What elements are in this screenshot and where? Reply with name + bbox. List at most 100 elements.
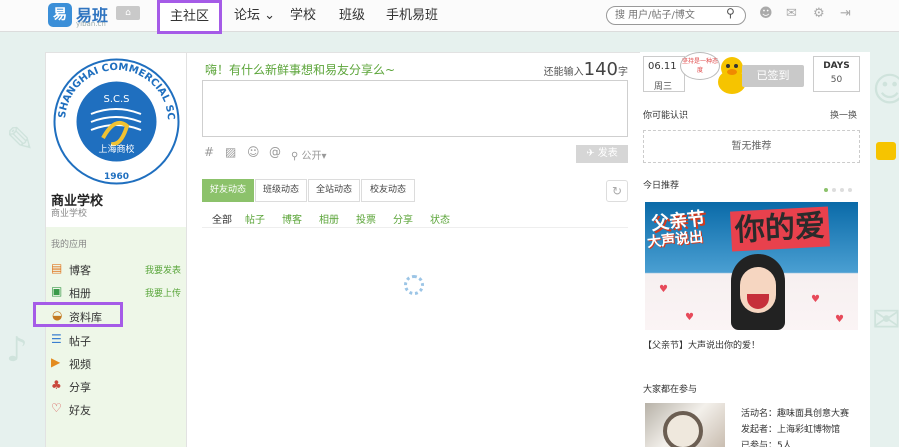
filter-posts[interactable]: 帖子 [245,211,265,226]
app-video-label: 视频 [69,358,91,371]
share-icon: ♣ [51,378,62,392]
library-icon: ◒ [52,308,63,322]
background-doodle: ♪ [6,330,28,370]
event-organizer: 发起者：上海彩虹博物馆 [741,425,841,435]
filter-blogs[interactable]: 博客 [282,211,302,226]
friend-icon: ♡ [51,401,62,415]
apps-panel: 我的应用 ▤ 博客 我要发表 ▣ 相册 我要上传 ◒ 资料库 ☰ 帖子 ▶ 视频… [33,227,186,447]
background-doodle: ☺ [872,70,899,110]
filter-albums[interactable]: 相册 [319,211,339,226]
app-friend[interactable]: ♡ 好友 [51,400,183,418]
filter-votes[interactable]: 投票 [356,211,376,226]
search-input[interactable] [606,6,746,25]
tab-class-feed[interactable]: 班级动态 [255,179,307,202]
blog-icon: ▤ [51,261,63,275]
refresh-icon[interactable]: ↻ [606,180,628,202]
banner-subtitle: 大声说出 [646,229,704,251]
publish-blog-link[interactable]: 我要发表 [145,263,181,276]
mascot-bubble: 坚持是一种态度 [680,52,720,80]
background-doodle: ✉ [872,300,899,340]
school-logo-chinese: 上海商校 [98,143,134,155]
mail-icon[interactable]: ✉ [786,6,797,21]
post-textarea[interactable] [202,80,628,137]
app-share[interactable]: ♣ 分享 [51,377,183,395]
app-library[interactable]: ◒ 资料库 [33,302,123,327]
banner-headline: 你的爱 [730,206,830,252]
school-logo-year: 1960 [104,172,129,182]
profile-school[interactable]: 商业学校 [51,206,87,219]
mention-icon[interactable]: @ [269,145,281,159]
apps-title: 我的应用 [51,240,88,250]
yiban-logo[interactable]: 易 易班 yiban.cn [48,3,158,29]
remaining-number: 140 [583,59,618,80]
remaining-count: 还能输入140字 [544,59,628,80]
heart-icon: ♥ [835,314,844,325]
topic-icon[interactable]: # [204,145,214,159]
visibility-dropdown[interactable]: ⚲ 公开▾ [291,147,327,162]
remaining-prefix: 还能输入 [543,67,584,78]
carousel-dot[interactable] [848,188,852,192]
app-photo-label: 相册 [69,287,91,300]
emoji-icon[interactable]: ☺ [247,145,260,159]
remaining-suffix: 字 [618,67,628,78]
carousel-dot[interactable] [840,188,844,192]
app-post[interactable]: ☰ 帖子 [51,331,183,349]
nav-forum[interactable]: 论坛 ⌄ [234,0,275,32]
top-bar: 易 易班 yiban.cn ⌂ 主社区 论坛 ⌄ 学校 班级 手机易班 ⚲ ☻ … [0,0,899,34]
checkin-weekday: 周三 [654,82,673,92]
publish-button[interactable]: ✈ 发表 [576,145,628,163]
event-name[interactable]: 活动名：趣味面具创意大赛 [741,406,849,419]
days-count: 50 [830,75,843,85]
app-video[interactable]: ▶ 视频 [51,354,183,372]
composer-prompt: 嗨！有什么新鲜事想和易友分享么~ [205,63,396,77]
nav-main-community[interactable]: 主社区 [157,0,223,34]
logo-mark: 易 [48,3,72,27]
search-icon[interactable]: ⚲ [726,6,735,20]
app-photo[interactable]: ▣ 相册 我要上传 [51,283,183,301]
app-share-label: 分享 [69,381,91,394]
suggest-refresh-link[interactable]: 换一换 [830,108,857,121]
app-blog-label: 博客 [69,264,91,277]
days-label: DAYS [823,61,850,71]
fathers-day-banner[interactable]: 父亲节 大声说出 你的爱 ♥ ♥ ♥ ♥ [645,202,858,330]
filter-all[interactable]: 全部 [212,211,232,226]
logout-icon[interactable]: ⇥ [840,6,851,21]
app-friend-label: 好友 [69,404,91,417]
banner-character [731,254,785,330]
tab-friend-feed[interactable]: 好友动态 [202,179,254,202]
feed-filters: 全部 帖子 博客 相册 投票 分享 状态 [202,208,628,228]
image-icon[interactable]: ▨ [225,145,236,159]
filter-status[interactable]: 状态 [430,211,450,226]
user-icon[interactable]: ☻ [759,6,773,21]
nav-school[interactable]: 学校 [290,0,316,32]
tab-alumni-feed[interactable]: 校友动态 [361,179,415,202]
participating-title: 大家都在参与 [643,385,698,395]
nav-class[interactable]: 班级 [339,0,365,32]
suggest-title: 你可能认识 [643,111,689,121]
app-blog[interactable]: ▤ 博客 我要发表 [51,260,183,278]
upload-photo-link[interactable]: 我要上传 [145,286,181,299]
background-doodle: ✎ [6,120,35,160]
filter-shares[interactable]: 分享 [393,211,413,226]
tab-site-feed[interactable]: 全站动态 [308,179,360,202]
heart-icon: ♥ [659,284,668,295]
heart-icon: ♥ [811,294,820,305]
recommend-title: 今日推荐 [643,181,680,191]
date-box: 06.11 周三 [643,56,685,92]
nav-mobile[interactable]: 手机易班 [386,0,438,32]
profile-panel: SHANGHAI COMMERCIAL SCHOOL S.C.S 上海商校 19… [33,52,187,447]
banner-caption[interactable]: 【父亲节】大声说出你的爱！ [643,338,760,351]
loading-spinner [404,275,424,295]
gear-icon[interactable]: ⚙ [813,6,825,21]
event-thumbnail[interactable] [645,403,725,447]
school-logo-initials: S.C.S [103,94,129,105]
school-logo[interactable]: SHANGHAI COMMERCIAL SCHOOL S.C.S 上海商校 19… [51,56,182,187]
days-box: DAYS 50 [813,56,860,92]
carousel-dot[interactable] [824,188,828,192]
carousel-dot[interactable] [832,188,836,192]
video-icon: ▶ [51,355,61,369]
side-widget-icon[interactable] [876,142,896,160]
home-icon[interactable]: ⌂ [116,6,140,20]
checkin-button[interactable]: 已签到 [742,65,804,87]
carousel-dots [824,182,856,195]
